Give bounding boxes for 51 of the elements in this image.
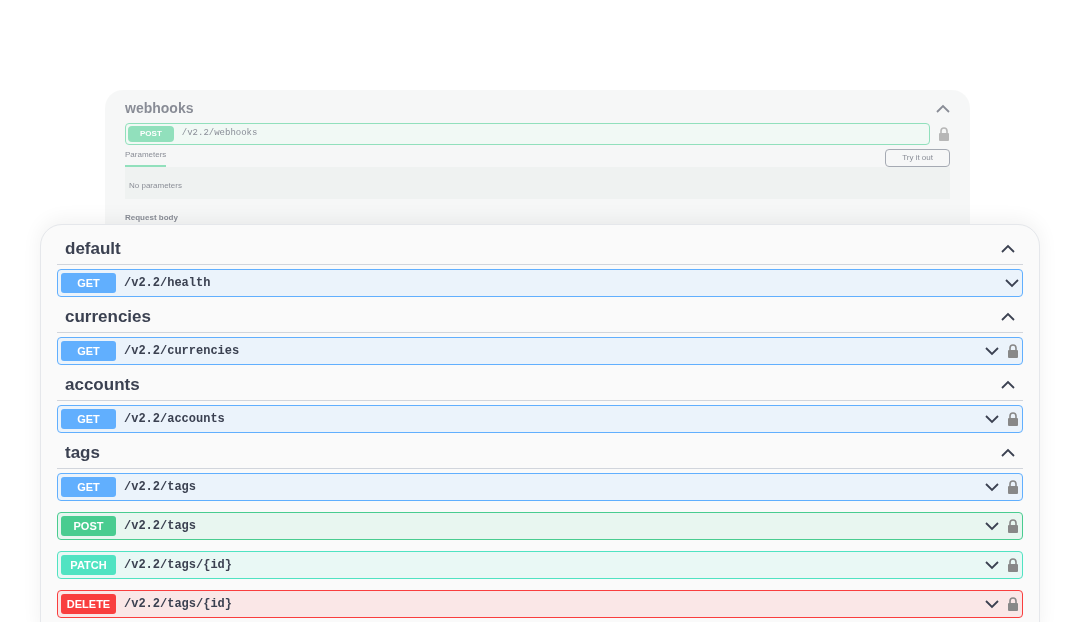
endpoint-path: /v2.2/accounts	[124, 411, 226, 428]
chevron-down-icon[interactable]	[1005, 278, 1019, 288]
method-badge: DELETE	[61, 594, 116, 614]
endpoint-path: /v2.2/tags/{id}	[124, 596, 234, 613]
operation-row[interactable]: DELETE /v2.2/tags/{id}	[57, 590, 1023, 618]
section-title: webhooks	[125, 99, 194, 118]
method-badge: POST	[61, 516, 116, 536]
chevron-down-icon[interactable]	[985, 521, 999, 531]
section-title: currencies	[65, 305, 151, 328]
chevron-up-icon[interactable]	[1001, 448, 1015, 457]
operation-row[interactable]: GET /v2.2/health	[57, 269, 1023, 297]
lock-icon[interactable]	[1007, 597, 1019, 611]
section-header[interactable]: tags	[57, 437, 1023, 469]
method-badge: GET	[61, 409, 116, 429]
operation-row[interactable]: POST /v2.2/tags	[57, 512, 1023, 540]
chevron-down-icon[interactable]	[985, 414, 999, 424]
lock-icon[interactable]	[1007, 480, 1019, 494]
section-header[interactable]: accounts	[57, 369, 1023, 401]
method-badge: GET	[61, 477, 116, 497]
endpoint-path: /v2.2/webhooks	[181, 127, 258, 141]
empty-text: No parameters	[129, 181, 182, 190]
chevron-down-icon[interactable]	[985, 599, 999, 609]
request-body-label: Request body	[125, 213, 178, 222]
endpoint-path: /v2.2/tags	[124, 479, 197, 496]
chevron-down-icon[interactable]	[985, 346, 999, 356]
section-header[interactable]: currencies	[57, 301, 1023, 333]
method-badge: POST	[128, 126, 174, 142]
lock-icon[interactable]	[1007, 344, 1019, 358]
operation-row[interactable]: GET /v2.2/tags	[57, 473, 1023, 501]
method-badge: PATCH	[61, 555, 116, 575]
operation-row[interactable]: GET /v2.2/accounts	[57, 405, 1023, 433]
operation-row[interactable]: GET /v2.2/currencies	[57, 337, 1023, 365]
endpoint-path: /v2.2/health	[124, 275, 212, 292]
endpoint-path: /v2.2/currencies	[124, 343, 241, 360]
chevron-up-icon[interactable]	[1001, 312, 1015, 321]
lock-icon[interactable]	[1007, 558, 1019, 572]
operation-row[interactable]: PATCH /v2.2/tags/{id}	[57, 551, 1023, 579]
lock-icon[interactable]	[1007, 519, 1019, 533]
chevron-down-icon[interactable]	[985, 560, 999, 570]
section-title: default	[65, 237, 121, 260]
chevron-down-icon[interactable]	[985, 482, 999, 492]
endpoint-path: /v2.2/tags/{id}	[124, 557, 234, 574]
section-title: tags	[65, 441, 100, 464]
section-header[interactable]: default	[57, 233, 1023, 265]
section-title: accounts	[65, 373, 140, 396]
endpoint-path: /v2.2/tags	[124, 518, 197, 535]
method-badge: GET	[61, 273, 116, 293]
lock-icon[interactable]	[1007, 412, 1019, 426]
chevron-up-icon[interactable]	[1001, 380, 1015, 389]
method-badge: GET	[61, 341, 116, 361]
chevron-up-icon[interactable]	[1001, 244, 1015, 253]
